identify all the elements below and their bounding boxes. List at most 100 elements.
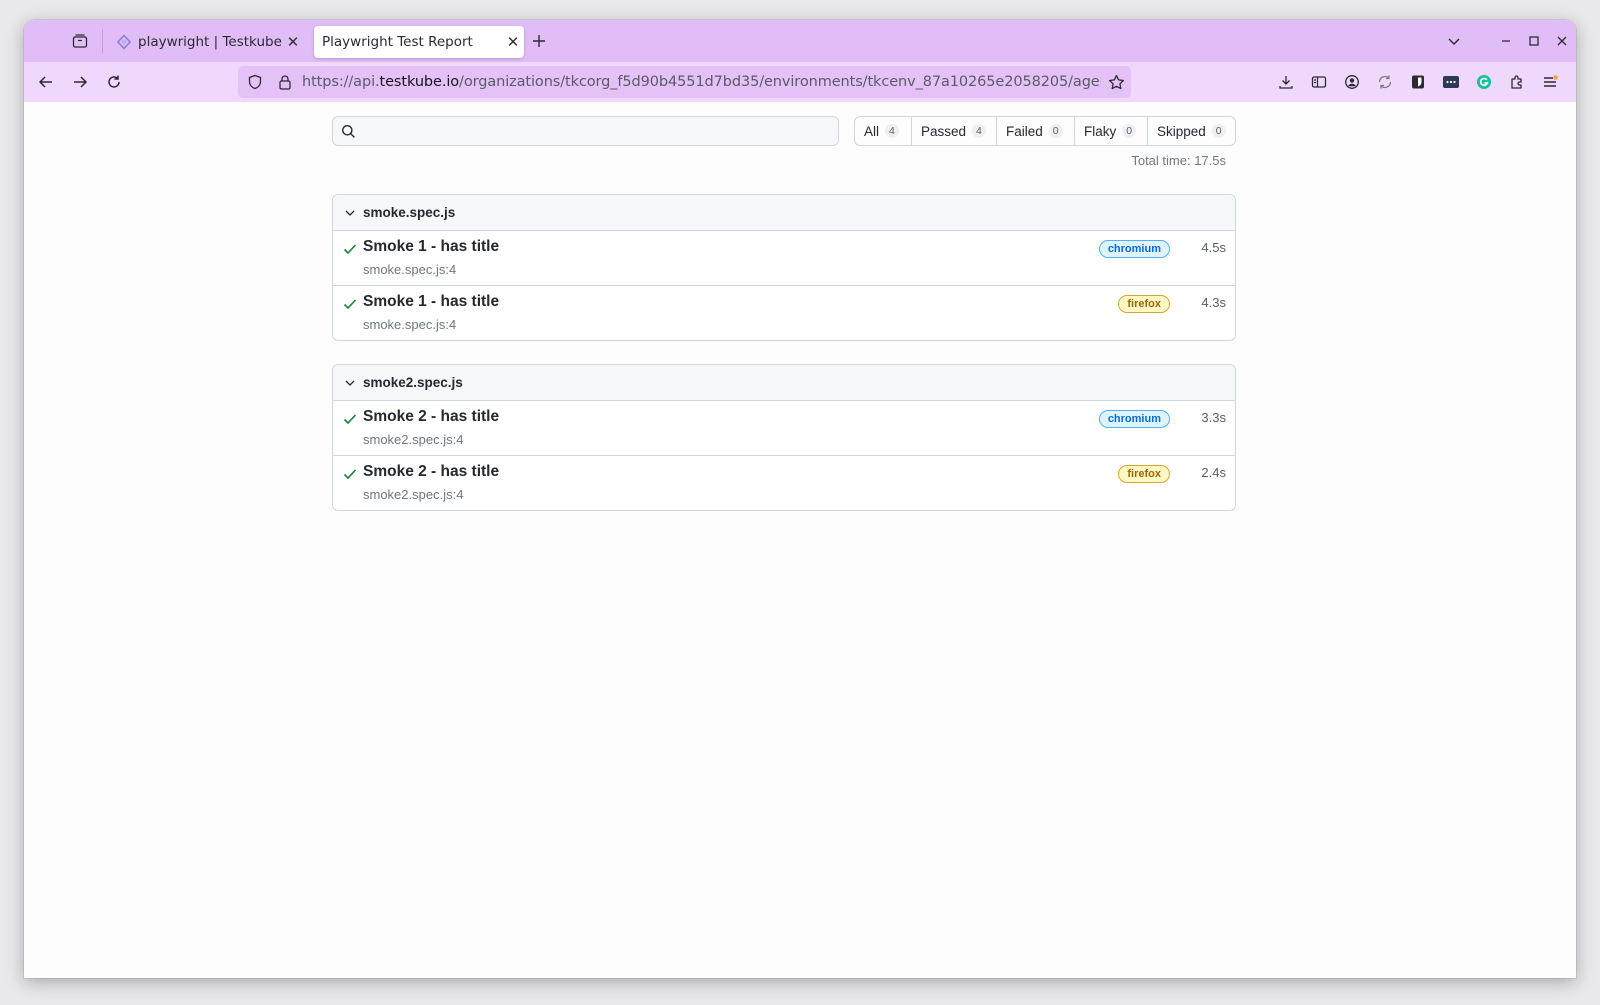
maximize-icon xyxy=(1529,36,1539,46)
tab-close-button[interactable]: ✕ xyxy=(282,31,304,53)
test-duration: 4.5s xyxy=(1201,240,1226,255)
test-file-name: smoke.spec.js xyxy=(363,205,456,220)
testkube-favicon-icon xyxy=(116,34,132,50)
list-all-tabs-button[interactable] xyxy=(1440,28,1468,54)
password-extension-icon xyxy=(1442,76,1459,88)
plus-icon xyxy=(533,35,545,47)
test-row[interactable]: Smoke 2 - has title smoke2.spec.js:4 fir… xyxy=(333,456,1235,510)
test-row[interactable]: Smoke 1 - has title smoke.spec.js:4 chro… xyxy=(333,231,1235,286)
test-title[interactable]: Smoke 2 - has title xyxy=(363,408,499,426)
test-row[interactable]: Smoke 2 - has title smoke2.spec.js:4 chr… xyxy=(333,401,1235,456)
check-icon xyxy=(343,299,357,310)
filter-count: 0 xyxy=(1122,124,1137,138)
tracking-protection-button[interactable] xyxy=(242,66,268,98)
filter-flaky[interactable]: Flaky 0 xyxy=(1075,117,1148,145)
test-location: smoke.spec.js:4 xyxy=(363,262,457,277)
url-text[interactable]: https://api.testkube.io/organizations/tk… xyxy=(302,74,1101,90)
window-controls xyxy=(1440,28,1576,54)
reload-icon xyxy=(108,75,120,88)
forward-button[interactable] xyxy=(66,68,94,96)
tab-title: Playwright Test Report xyxy=(322,34,473,50)
filter-label: Passed xyxy=(921,123,967,139)
tab-overview-button[interactable] xyxy=(68,29,92,53)
sync-extension-icon xyxy=(1378,75,1391,89)
url-host: testkube.io xyxy=(379,74,460,90)
total-time: Total time: 17.5s xyxy=(1131,153,1226,168)
test-location: smoke2.spec.js:4 xyxy=(363,487,464,502)
tab-overview-icon xyxy=(72,34,88,48)
test-duration: 4.3s xyxy=(1201,295,1226,310)
tab-title: playwright | Testkube Pro xyxy=(138,34,282,50)
test-title[interactable]: Smoke 2 - has title xyxy=(363,463,499,481)
site-info-button[interactable] xyxy=(272,66,298,98)
filter-label: All xyxy=(864,123,880,139)
test-file-header[interactable]: smoke.spec.js xyxy=(333,195,1235,231)
search-box[interactable] xyxy=(332,116,839,146)
url-prefix: https://api. xyxy=(302,74,380,90)
arrow-left-icon xyxy=(38,76,52,88)
app-menu-button[interactable] xyxy=(1533,68,1566,96)
account-icon xyxy=(1344,75,1359,89)
tab-close-button[interactable]: ✕ xyxy=(502,31,524,53)
project-badge[interactable]: chromium xyxy=(1098,410,1170,428)
test-duration: 3.3s xyxy=(1201,410,1226,425)
tab-separator xyxy=(102,29,103,53)
test-title[interactable]: Smoke 1 - has title xyxy=(363,238,499,256)
filter-skipped[interactable]: Skipped 0 xyxy=(1148,117,1235,145)
address-bar[interactable]: https://api.testkube.io/organizations/tk… xyxy=(238,66,1131,98)
browser-window: playwright | Testkube Pro ✕ Playwright T… xyxy=(24,20,1576,978)
test-row[interactable]: Smoke 1 - has title smoke.spec.js:4 fire… xyxy=(333,286,1235,340)
tab-testkube[interactable]: playwright | Testkube Pro ✕ xyxy=(108,26,304,58)
test-file-name: smoke2.spec.js xyxy=(363,375,463,390)
filter-passed[interactable]: Passed 4 xyxy=(912,117,997,145)
bitwarden-extension-button[interactable] xyxy=(1401,68,1434,96)
reload-button[interactable] xyxy=(100,68,128,96)
chevron-down-icon xyxy=(1448,38,1460,45)
filter-label: Flaky xyxy=(1084,123,1117,139)
test-location: smoke2.spec.js:4 xyxy=(363,432,464,447)
star-icon xyxy=(1108,74,1124,89)
check-icon xyxy=(343,469,357,480)
filter-count: 0 xyxy=(1048,124,1063,138)
check-icon xyxy=(343,414,357,425)
minimize-button[interactable] xyxy=(1492,28,1520,54)
test-file-group: smoke.spec.js Smoke 1 - has title smoke.… xyxy=(332,194,1236,341)
project-badge[interactable]: firefox xyxy=(1118,465,1170,483)
downloads-button[interactable] xyxy=(1269,68,1302,96)
arrow-right-icon xyxy=(74,76,88,88)
filter-count: 4 xyxy=(972,124,986,138)
back-button[interactable] xyxy=(32,68,60,96)
puzzle-icon xyxy=(1510,75,1522,89)
sidebar-button[interactable] xyxy=(1302,68,1335,96)
password-extension-button[interactable] xyxy=(1434,68,1467,96)
search-icon xyxy=(333,117,363,145)
test-file-header[interactable]: smoke2.spec.js xyxy=(333,365,1235,401)
extensions-button[interactable] xyxy=(1500,68,1533,96)
chevron-down-icon xyxy=(341,204,359,222)
search-input[interactable] xyxy=(363,117,838,145)
filter-label: Failed xyxy=(1006,123,1043,139)
test-file-group: smoke2.spec.js Smoke 2 - has title smoke… xyxy=(332,364,1236,511)
grammarly-icon xyxy=(1476,75,1491,89)
tab-strip: playwright | Testkube Pro ✕ Playwright T… xyxy=(24,20,1576,62)
test-title[interactable]: Smoke 1 - has title xyxy=(363,293,499,311)
filter-count: 4 xyxy=(885,124,899,138)
sidebar-icon xyxy=(1311,76,1326,88)
shield-extension-icon xyxy=(1411,75,1424,89)
extension-sync-button[interactable] xyxy=(1368,68,1401,96)
download-icon xyxy=(1278,76,1293,89)
filter-label: Skipped xyxy=(1157,123,1206,139)
account-button[interactable] xyxy=(1335,68,1368,96)
status-filters: All 4 Passed 4 Failed 0 Flaky 0 Skipped xyxy=(854,116,1236,146)
close-window-button[interactable] xyxy=(1548,28,1576,54)
chevron-down-icon xyxy=(341,374,359,392)
filter-failed[interactable]: Failed 0 xyxy=(997,117,1075,145)
bookmark-button[interactable] xyxy=(1101,66,1131,98)
grammarly-extension-button[interactable] xyxy=(1467,68,1500,96)
new-tab-button[interactable] xyxy=(528,30,550,52)
filter-all[interactable]: All 4 xyxy=(855,117,912,145)
project-badge[interactable]: firefox xyxy=(1118,295,1170,313)
maximize-button[interactable] xyxy=(1520,28,1548,54)
project-badge[interactable]: chromium xyxy=(1098,240,1170,258)
tab-playwright-report[interactable]: Playwright Test Report ✕ xyxy=(314,26,524,58)
